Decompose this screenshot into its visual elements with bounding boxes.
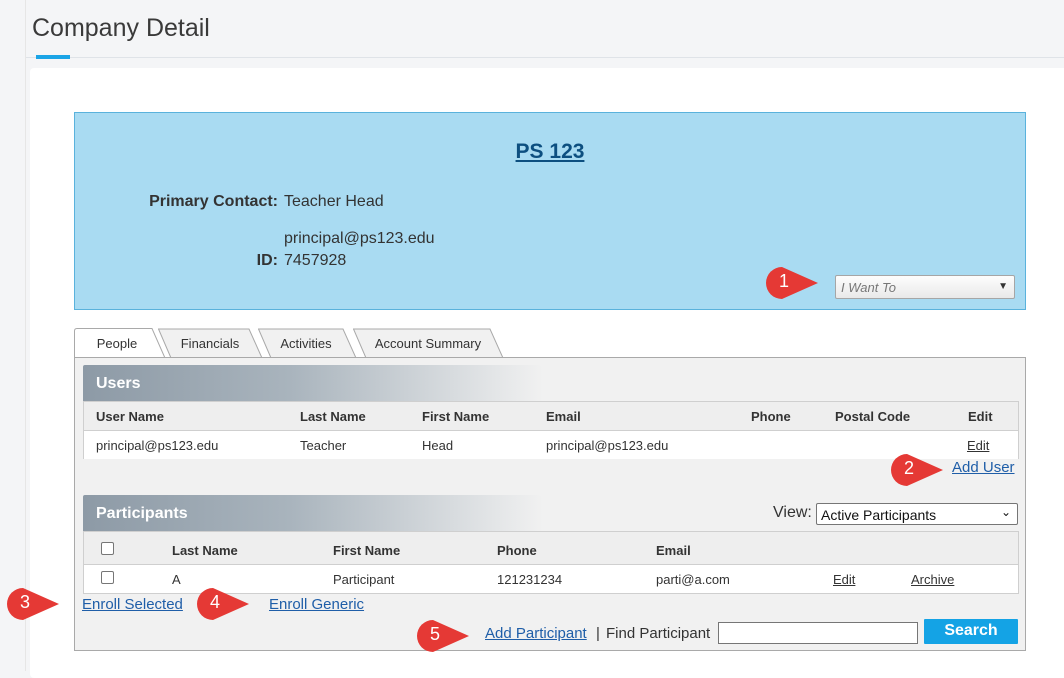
id-label: ID: bbox=[256, 252, 278, 269]
col-phone[interactable]: Phone bbox=[497, 543, 537, 558]
callout-1-label: 1 bbox=[778, 271, 789, 291]
i-want-to-dropdown[interactable]: I Want To ▼ bbox=[835, 275, 1015, 299]
add-user-link[interactable]: Add User bbox=[952, 459, 1015, 476]
phone-cell: 121231234 bbox=[497, 572, 563, 587]
participants-section-title: Participants bbox=[96, 505, 188, 522]
col-email[interactable]: Email bbox=[656, 543, 691, 558]
col-last-name[interactable]: Last Name bbox=[300, 409, 366, 424]
callout-marker-5: 5 bbox=[413, 618, 469, 654]
view-filter-select[interactable]: Active Participants ⌄ bbox=[816, 503, 1018, 525]
col-user-name[interactable]: User Name bbox=[96, 409, 164, 424]
enroll-generic-link[interactable]: Enroll Generic bbox=[269, 596, 364, 613]
title-underline bbox=[36, 55, 70, 59]
tab-activities-label: Activities bbox=[280, 336, 332, 351]
tab-people[interactable]: People bbox=[74, 328, 166, 359]
chevron-down-icon: ⌄ bbox=[1000, 505, 1011, 519]
tab-activities[interactable]: Activities bbox=[258, 328, 357, 359]
callout-4-label: 4 bbox=[209, 592, 220, 612]
dropdown-arrow-icon: ▼ bbox=[998, 281, 1008, 292]
separator: | bbox=[596, 625, 600, 642]
find-participant-label: Find Participant bbox=[606, 625, 711, 642]
find-participant-input[interactable] bbox=[718, 622, 918, 644]
tab-financials-label: Financials bbox=[180, 336, 240, 351]
email-cell: parti@a.com bbox=[656, 572, 730, 587]
last-name-cell: A bbox=[172, 572, 181, 587]
callout-5-label: 5 bbox=[429, 624, 440, 644]
search-button[interactable]: Search bbox=[924, 619, 1018, 644]
col-postal-code[interactable]: Postal Code bbox=[835, 409, 910, 424]
i-want-to-value: I Want To bbox=[841, 280, 896, 295]
callout-marker-2: 2 bbox=[887, 452, 943, 488]
participants-table-header: Last Name First Name Phone Email bbox=[84, 532, 1018, 565]
first-name-cell: Head bbox=[422, 438, 454, 453]
callout-marker-4: 4 bbox=[193, 586, 249, 622]
company-id-value: 7457928 bbox=[284, 252, 347, 269]
edit-user-link[interactable]: Edit bbox=[967, 438, 989, 453]
last-name-cell: Teacher bbox=[300, 438, 347, 453]
first-name-cell: Participant bbox=[333, 572, 395, 587]
participants-section-header: Participants bbox=[83, 495, 543, 531]
col-edit: Edit bbox=[968, 409, 993, 424]
callout-marker-3: 3 bbox=[3, 586, 59, 622]
enroll-selected-link[interactable]: Enroll Selected bbox=[82, 596, 183, 613]
company-name-link[interactable]: PS 123 bbox=[75, 140, 1025, 164]
user-name-cell: principal@ps123.edu bbox=[96, 438, 219, 453]
tab-bar: People Financials Activities Account Sum… bbox=[74, 328, 514, 359]
edit-participant-link[interactable]: Edit bbox=[833, 572, 855, 587]
tab-account-summary[interactable]: Account Summary bbox=[353, 328, 504, 359]
primary-contact-label: Primary Contact: bbox=[149, 193, 278, 210]
email-cell: principal@ps123.edu bbox=[546, 438, 669, 453]
tab-account-summary-label: Account Summary bbox=[374, 336, 482, 351]
callout-marker-1: 1 bbox=[762, 265, 818, 301]
users-section-header: Users bbox=[83, 365, 543, 401]
users-table-header: User Name Last Name First Name Email Pho… bbox=[84, 402, 1018, 431]
add-participant-link[interactable]: Add Participant bbox=[485, 625, 587, 642]
table-row: principal@ps123.edu Teacher Head princip… bbox=[84, 431, 1018, 459]
col-phone[interactable]: Phone bbox=[751, 409, 791, 424]
primary-contact-name: Teacher Head bbox=[284, 193, 384, 210]
callout-2-label: 2 bbox=[903, 458, 914, 478]
col-last-name[interactable]: Last Name bbox=[172, 543, 238, 558]
col-email[interactable]: Email bbox=[546, 409, 581, 424]
participants-table: Last Name First Name Phone Email A Parti… bbox=[83, 531, 1019, 594]
archive-participant-link[interactable]: Archive bbox=[911, 572, 954, 587]
users-section-title: Users bbox=[96, 375, 141, 392]
company-info-box: PS 123 Primary Contact: Teacher Head pri… bbox=[74, 112, 1026, 310]
page-header: Company Detail bbox=[26, 0, 1064, 59]
tab-people-label: People bbox=[96, 336, 138, 351]
primary-contact-email: principal@ps123.edu bbox=[284, 230, 435, 247]
left-margin bbox=[0, 0, 26, 671]
row-select-checkbox[interactable] bbox=[101, 571, 114, 584]
select-all-checkbox[interactable] bbox=[101, 542, 114, 555]
page-title: Company Detail bbox=[32, 14, 210, 42]
col-first-name[interactable]: First Name bbox=[422, 409, 489, 424]
col-first-name[interactable]: First Name bbox=[333, 543, 400, 558]
callout-3-label: 3 bbox=[19, 592, 30, 612]
tab-financials[interactable]: Financials bbox=[158, 328, 263, 359]
view-filter-value: Active Participants bbox=[821, 507, 937, 523]
users-table: User Name Last Name First Name Email Pho… bbox=[83, 401, 1019, 459]
view-label: View: bbox=[773, 504, 812, 521]
